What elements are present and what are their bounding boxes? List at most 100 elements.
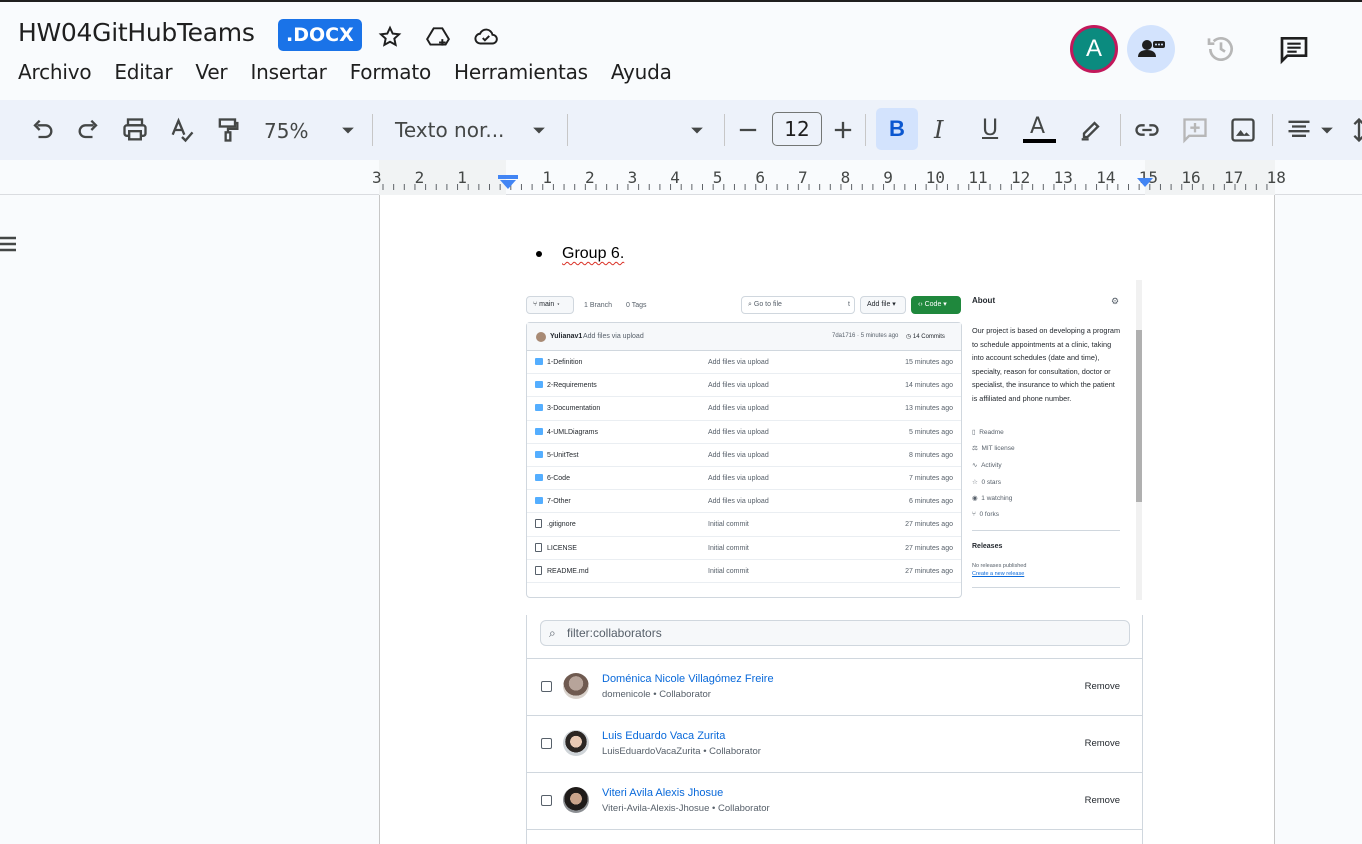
- about-forks-label: 0 forks: [979, 511, 1000, 518]
- about-readme: ▯ Readme: [972, 429, 1004, 436]
- insert-image-icon[interactable]: [1229, 116, 1257, 144]
- text-color-button[interactable]: A: [1030, 114, 1045, 139]
- tags-count: 0 Tags: [626, 302, 647, 309]
- paragraph-style-select[interactable]: Texto nor...: [395, 118, 504, 142]
- branch-selector: ⑂ main ▾: [526, 296, 574, 314]
- file-commit-time: 14 minutes ago: [905, 382, 953, 390]
- redo-icon[interactable]: [75, 116, 103, 144]
- file-commit-message: Initial commit: [708, 567, 749, 575]
- zoom-select[interactable]: 75%: [264, 119, 308, 143]
- share-button[interactable]: [1127, 25, 1175, 73]
- repository-screenshot[interactable]: ⑂ main ▾ 1 Branch 0 Tags ⌕ Go to file t A…: [526, 280, 1142, 600]
- paint-format-icon[interactable]: [214, 116, 242, 144]
- ruler-number: 5: [712, 168, 723, 187]
- menu-editar[interactable]: Editar: [114, 60, 172, 84]
- ruler-number: 12: [1011, 168, 1031, 187]
- align-icon[interactable]: [1285, 116, 1313, 144]
- ruler-number: 2: [585, 168, 595, 187]
- move-to-drive-icon[interactable]: [425, 24, 451, 50]
- releases-none: No releases published: [972, 563, 1027, 569]
- ruler-number: 9: [883, 168, 893, 187]
- ruler-number: 8: [840, 168, 851, 187]
- cloud-saved-icon[interactable]: [473, 24, 499, 50]
- left-indent-marker[interactable]: [497, 175, 519, 191]
- style-dropdown-icon[interactable]: [525, 116, 553, 144]
- document-outline-icon[interactable]: [0, 235, 18, 255]
- folder-icon: [535, 473, 543, 481]
- separator: [724, 114, 725, 146]
- underline-button[interactable]: U: [982, 116, 998, 141]
- collaborator-row: Luis Eduardo Vaca Zurita LuisEduardoVaca…: [527, 715, 1142, 772]
- menu-bar: Archivo Editar Ver Insertar Formato Herr…: [18, 60, 695, 84]
- collaborator-checkbox: [541, 681, 552, 692]
- about-watching: ◉ 1 watching: [972, 495, 1013, 502]
- print-icon[interactable]: [121, 116, 149, 144]
- last-commit-hash: 7da1716 · 5 minutes ago: [832, 333, 899, 339]
- line-spacing-icon[interactable]: [1345, 116, 1362, 144]
- create-release-link: Create a new release: [972, 571, 1025, 577]
- file-table: Yulianav1 Add files via upload 7da1716 ·…: [526, 322, 962, 598]
- about-gear-icon: ⚙: [1111, 296, 1120, 306]
- format-toolbar: 75% Texto nor... 12 B I U A: [0, 100, 1362, 160]
- file-row: 7-Other Add files via upload 6 minutes ago: [527, 490, 961, 514]
- ruler-number: 3: [372, 168, 382, 187]
- file-row: 2-Requirements Add files via upload 14 min…: [527, 374, 961, 398]
- ruler-number: 7: [798, 168, 808, 187]
- ruler-number: 10: [925, 168, 946, 187]
- collaborators-screenshot[interactable]: ⌕ filter:collaborators Doménica Nicole V…: [526, 615, 1143, 844]
- collaborator-checkbox: [541, 795, 552, 806]
- remove-button: Remove: [1084, 795, 1120, 806]
- file-commit-message: Add files via upload: [708, 382, 769, 390]
- user-avatar[interactable]: A: [1070, 25, 1118, 73]
- undo-icon[interactable]: [28, 116, 56, 144]
- search-icon: ⌕: [549, 626, 556, 640]
- code-label: Code: [924, 301, 942, 308]
- menu-herramientas[interactable]: Herramientas: [454, 60, 588, 84]
- about-stars-label: 0 stars: [981, 479, 1001, 486]
- align-dropdown-icon[interactable]: [1313, 116, 1341, 144]
- go-to-file-input: ⌕ Go to file t: [741, 296, 855, 314]
- comments-icon[interactable]: [1278, 33, 1310, 65]
- star-icon[interactable]: [377, 24, 403, 50]
- file-icon: [535, 542, 542, 552]
- remove-button: Remove: [1084, 738, 1120, 749]
- go-to-file-placeholder: Go to file: [753, 301, 782, 308]
- highlight-icon[interactable]: [1077, 116, 1105, 144]
- menu-insertar[interactable]: Insertar: [250, 60, 326, 84]
- font-size-input[interactable]: 12: [772, 112, 822, 146]
- spellcheck-icon[interactable]: [168, 116, 196, 144]
- version-history-icon[interactable]: [1205, 33, 1237, 65]
- go-to-file-key: t: [848, 301, 850, 308]
- last-commit-row: Yulianav1 Add files via upload 7da1716 ·…: [527, 323, 961, 351]
- menu-ver[interactable]: Ver: [195, 60, 227, 84]
- menu-formato[interactable]: Formato: [350, 60, 432, 84]
- file-commit-message: Initial commit: [708, 521, 749, 529]
- menu-ayuda[interactable]: Ayuda: [611, 60, 672, 84]
- file-commit-time: 27 minutes ago: [905, 521, 953, 529]
- releases-divider: [972, 587, 1120, 588]
- right-indent-marker[interactable]: [1135, 175, 1155, 191]
- bullet-item[interactable]: Group 6.: [536, 245, 624, 263]
- folder-icon: [535, 381, 543, 389]
- increase-font-size-icon[interactable]: [829, 116, 857, 144]
- file-name: .gitignore: [547, 521, 576, 529]
- decrease-font-size-icon[interactable]: [734, 116, 762, 144]
- file-commit-time: 15 minutes ago: [905, 359, 953, 366]
- zoom-dropdown-icon[interactable]: [334, 116, 362, 144]
- ruler-number: 16: [1181, 168, 1201, 187]
- document-page[interactable]: Group 6. ⑂ main ▾ 1 Branch 0 Tags ⌕ Go t…: [379, 195, 1275, 844]
- font-dropdown-icon[interactable]: [683, 116, 711, 144]
- bold-button[interactable]: B: [876, 108, 918, 150]
- add-comment-icon[interactable]: [1181, 116, 1209, 144]
- file-commit-message: Add files via upload: [708, 405, 769, 413]
- file-row: 1-Definition Add files via upload 15 minut…: [527, 351, 961, 375]
- separator: [372, 114, 373, 146]
- ruler-number: 2: [414, 168, 425, 187]
- collaborator-username: domenicole • Collaborator: [602, 689, 711, 700]
- collaborator-avatar: [563, 673, 589, 699]
- menu-archivo[interactable]: Archivo: [18, 60, 92, 84]
- link-icon[interactable]: [1133, 116, 1161, 144]
- document-title[interactable]: HW04GitHubTeams: [18, 18, 255, 47]
- file-name: 5-UnitTest: [547, 451, 579, 459]
- italic-button[interactable]: I: [934, 116, 943, 144]
